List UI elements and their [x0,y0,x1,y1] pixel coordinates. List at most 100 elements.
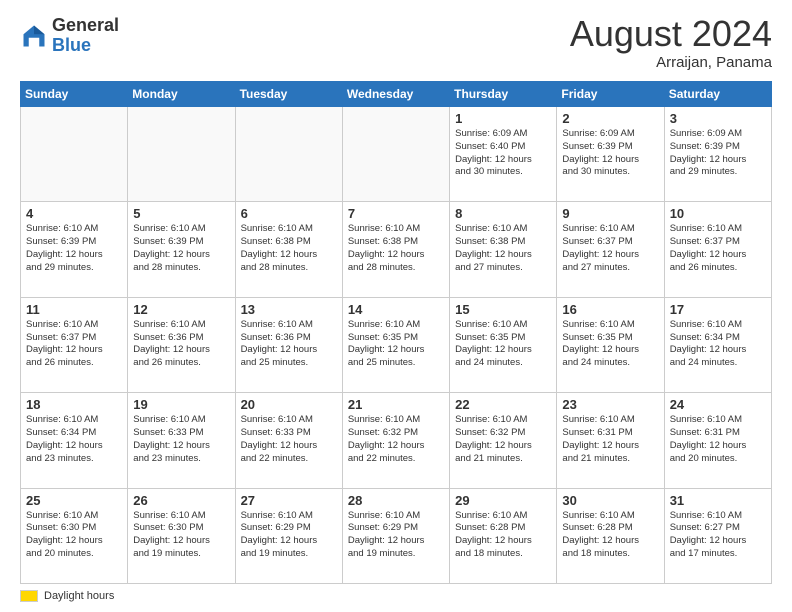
day-info: Sunrise: 6:10 AM Sunset: 6:27 PM Dayligh… [670,510,766,561]
footer: Daylight hours [20,590,772,602]
calendar-cell: 4 Sunrise: 6:10 AM Sunset: 6:39 PM Daylig… [21,202,128,297]
day-number: 13 [241,302,337,317]
calendar-cell [21,107,128,202]
logo-blue: Blue [52,35,91,55]
calendar-week-2: 11 Sunrise: 6:10 AM Sunset: 6:37 PM Dayli… [21,297,772,392]
header-wednesday: Wednesday [342,82,449,107]
day-info: Sunrise: 6:10 AM Sunset: 6:31 PM Dayligh… [670,414,766,465]
calendar-cell: 29 Sunrise: 6:10 AM Sunset: 6:28 PM Dayli… [450,488,557,583]
header-monday: Monday [128,82,235,107]
calendar-cell: 2Sunrise: 6:09 AM Sunset: 6:39 PM Daylig… [557,107,664,202]
calendar-cell: 28 Sunrise: 6:10 AM Sunset: 6:29 PM Dayli… [342,488,449,583]
day-info: Sunrise: 6:10 AM Sunset: 6:35 PM Dayligh… [562,319,658,370]
day-info: Sunrise: 6:10 AM Sunset: 6:37 PM Dayligh… [670,223,766,274]
calendar-cell: 13 Sunrise: 6:10 AM Sunset: 6:36 PM Dayli… [235,297,342,392]
header-thursday: Thursday [450,82,557,107]
day-info: Sunrise: 6:10 AM Sunset: 6:28 PM Dayligh… [455,510,551,561]
day-info: Sunrise: 6:10 AM Sunset: 6:35 PM Dayligh… [348,319,444,370]
day-number: 31 [670,493,766,508]
calendar-cell: 12Sunrise: 6:10 AM Sunset: 6:36 PM Dayli… [128,297,235,392]
calendar-cell: 16Sunrise: 6:10 AM Sunset: 6:35 PM Dayli… [557,297,664,392]
day-info: Sunrise: 6:10 AM Sunset: 6:39 PM Dayligh… [133,223,229,274]
calendar-week-4: 25Sunrise: 6:10 AM Sunset: 6:30 PM Dayli… [21,488,772,583]
day-number: 7 [348,206,444,221]
day-number: 11 [26,302,122,317]
calendar-cell: 19Sunrise: 6:10 AM Sunset: 6:33 PM Dayli… [128,393,235,488]
day-number: 26 [133,493,229,508]
calendar-cell: 6Sunrise: 6:10 AM Sunset: 6:38 PM Daylig… [235,202,342,297]
calendar-header-row: Sunday Monday Tuesday Wednesday Thursday… [21,82,772,107]
calendar-cell: 3 Sunrise: 6:09 AM Sunset: 6:39 PM Daylig… [664,107,771,202]
day-number: 8 [455,206,551,221]
day-info: Sunrise: 6:10 AM Sunset: 6:29 PM Dayligh… [241,510,337,561]
day-number: 29 [455,493,551,508]
logo-text: General Blue [52,16,119,56]
logo: General Blue [20,16,119,56]
day-number: 4 [26,206,122,221]
calendar-cell: 18Sunrise: 6:10 AM Sunset: 6:34 PM Dayli… [21,393,128,488]
calendar-cell [235,107,342,202]
day-number: 10 [670,206,766,221]
day-info: Sunrise: 6:10 AM Sunset: 6:38 PM Dayligh… [455,223,551,274]
header: General Blue August 2024 Arraijan, Panam… [20,16,772,71]
day-info: Sunrise: 6:09 AM Sunset: 6:40 PM Dayligh… [455,128,551,179]
month-year: August 2024 [570,16,772,52]
day-info: Sunrise: 6:10 AM Sunset: 6:37 PM Dayligh… [26,319,122,370]
day-info: Sunrise: 6:10 AM Sunset: 6:37 PM Dayligh… [562,223,658,274]
day-info: Sunrise: 6:10 AM Sunset: 6:28 PM Dayligh… [562,510,658,561]
day-info: Sunrise: 6:10 AM Sunset: 6:32 PM Dayligh… [455,414,551,465]
daylight-label: Daylight hours [44,590,114,602]
calendar-cell: 25Sunrise: 6:10 AM Sunset: 6:30 PM Dayli… [21,488,128,583]
day-number: 17 [670,302,766,317]
day-info: Sunrise: 6:10 AM Sunset: 6:33 PM Dayligh… [241,414,337,465]
location: Arraijan, Panama [570,54,772,71]
calendar-cell: 5 Sunrise: 6:10 AM Sunset: 6:39 PM Daylig… [128,202,235,297]
calendar-cell: 14 Sunrise: 6:10 AM Sunset: 6:35 PM Dayli… [342,297,449,392]
day-info: Sunrise: 6:10 AM Sunset: 6:36 PM Dayligh… [241,319,337,370]
calendar-week-1: 4 Sunrise: 6:10 AM Sunset: 6:39 PM Daylig… [21,202,772,297]
day-number: 30 [562,493,658,508]
calendar-cell: 27 Sunrise: 6:10 AM Sunset: 6:29 PM Dayli… [235,488,342,583]
day-info: Sunrise: 6:10 AM Sunset: 6:38 PM Dayligh… [348,223,444,274]
calendar-cell [128,107,235,202]
calendar-cell: 8 Sunrise: 6:10 AM Sunset: 6:38 PM Daylig… [450,202,557,297]
day-number: 9 [562,206,658,221]
day-number: 1 [455,111,551,126]
day-number: 5 [133,206,229,221]
logo-icon [20,22,48,50]
day-info: Sunrise: 6:10 AM Sunset: 6:31 PM Dayligh… [562,414,658,465]
day-number: 14 [348,302,444,317]
day-number: 19 [133,397,229,412]
header-sunday: Sunday [21,82,128,107]
calendar-week-0: 1 Sunrise: 6:09 AM Sunset: 6:40 PM Daylig… [21,107,772,202]
day-number: 27 [241,493,337,508]
calendar-cell: 15Sunrise: 6:10 AM Sunset: 6:35 PM Dayli… [450,297,557,392]
day-info: Sunrise: 6:10 AM Sunset: 6:30 PM Dayligh… [26,510,122,561]
calendar-table: Sunday Monday Tuesday Wednesday Thursday… [20,81,772,584]
title-block: August 2024 Arraijan, Panama [570,16,772,71]
calendar-cell: 24Sunrise: 6:10 AM Sunset: 6:31 PM Dayli… [664,393,771,488]
day-number: 28 [348,493,444,508]
day-number: 3 [670,111,766,126]
day-number: 2 [562,111,658,126]
calendar-cell: 11 Sunrise: 6:10 AM Sunset: 6:37 PM Dayli… [21,297,128,392]
day-number: 23 [562,397,658,412]
day-info: Sunrise: 6:10 AM Sunset: 6:34 PM Dayligh… [670,319,766,370]
day-number: 21 [348,397,444,412]
calendar-cell: 10 Sunrise: 6:10 AM Sunset: 6:37 PM Dayli… [664,202,771,297]
day-number: 22 [455,397,551,412]
header-saturday: Saturday [664,82,771,107]
day-info: Sunrise: 6:10 AM Sunset: 6:29 PM Dayligh… [348,510,444,561]
calendar-cell: 7 Sunrise: 6:10 AM Sunset: 6:38 PM Daylig… [342,202,449,297]
calendar-cell: 21Sunrise: 6:10 AM Sunset: 6:32 PM Dayli… [342,393,449,488]
day-number: 15 [455,302,551,317]
calendar-cell: 17 Sunrise: 6:10 AM Sunset: 6:34 PM Dayli… [664,297,771,392]
calendar-cell: 20Sunrise: 6:10 AM Sunset: 6:33 PM Dayli… [235,393,342,488]
day-info: Sunrise: 6:10 AM Sunset: 6:38 PM Dayligh… [241,223,337,274]
calendar-cell: 23 Sunrise: 6:10 AM Sunset: 6:31 PM Dayli… [557,393,664,488]
logo-general: General [52,15,119,35]
day-info: Sunrise: 6:09 AM Sunset: 6:39 PM Dayligh… [670,128,766,179]
day-info: Sunrise: 6:10 AM Sunset: 6:39 PM Dayligh… [26,223,122,274]
calendar-cell: 30 Sunrise: 6:10 AM Sunset: 6:28 PM Dayli… [557,488,664,583]
day-info: Sunrise: 6:10 AM Sunset: 6:34 PM Dayligh… [26,414,122,465]
